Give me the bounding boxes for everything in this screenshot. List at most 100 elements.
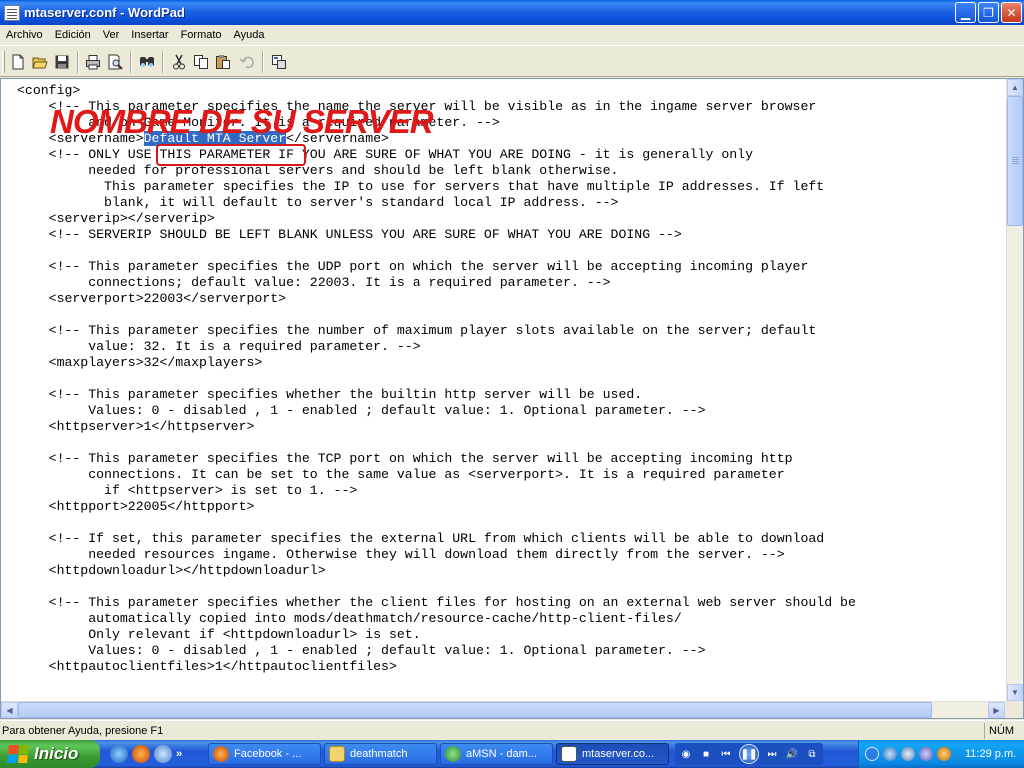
- taskbar: Inicio » Facebook - ... deathmatch aMSN …: [0, 740, 1024, 768]
- quick-launch: »: [110, 745, 205, 763]
- scroll-right-button[interactable]: ▶: [988, 702, 1005, 718]
- cut-button[interactable]: [170, 53, 188, 71]
- paste-icon: [216, 55, 230, 69]
- print-preview-button[interactable]: [106, 53, 124, 71]
- menu-bar: Archivo Edición Ver Insertar Formato Ayu…: [0, 25, 1024, 45]
- menu-ayuda[interactable]: Ayuda: [228, 29, 271, 41]
- copy-button[interactable]: [192, 53, 210, 71]
- pause-icon: ❚❚: [740, 748, 758, 760]
- taskbar-item-amsn[interactable]: aMSN - dam...: [440, 743, 553, 765]
- scroll-left-button[interactable]: ◀: [1, 702, 18, 718]
- arrow-left-icon: ◀: [6, 705, 13, 715]
- numlock-indicator: NÚM: [984, 722, 1024, 739]
- save-icon: [55, 55, 69, 69]
- internet-explorer-icon[interactable]: [110, 745, 128, 763]
- doc-line: <config>: [17, 83, 81, 98]
- insert-object-button[interactable]: [270, 53, 288, 71]
- toolbar-separator: [162, 51, 164, 73]
- text-content[interactable]: <config> <!-- This parameter specifies t…: [17, 83, 1002, 701]
- open-icon: [32, 57, 48, 69]
- status-message: Para obtener Ayuda, presione F1: [2, 724, 164, 737]
- restore-player-icon[interactable]: ⧉: [805, 747, 819, 761]
- stop-icon[interactable]: ■: [699, 747, 713, 761]
- start-label: Inicio: [34, 744, 79, 763]
- document-area[interactable]: <config> <!-- This parameter specifies t…: [0, 78, 1024, 719]
- toolbar-separator: [262, 51, 264, 73]
- close-button[interactable]: ✕: [1001, 2, 1022, 23]
- tray-expand-icon[interactable]: [865, 747, 879, 761]
- scroll-up-button[interactable]: ▲: [1007, 79, 1023, 96]
- task-label: Facebook - ...: [234, 748, 302, 760]
- toolbar: [0, 45, 1024, 77]
- menu-archivo[interactable]: Archivo: [0, 29, 49, 41]
- monitor-icon[interactable]: [901, 747, 915, 761]
- menu-ver[interactable]: Ver: [97, 29, 126, 41]
- insert-object-icon: [272, 55, 286, 69]
- print-button[interactable]: [84, 53, 102, 71]
- amsn-icon: [445, 746, 461, 762]
- quick-launch-more-icon[interactable]: »: [176, 748, 182, 760]
- taskbar-item-deathmatch[interactable]: deathmatch: [324, 743, 437, 765]
- horizontal-scrollbar[interactable]: ◀ ▶: [1, 701, 1006, 718]
- next-track-icon[interactable]: ⏭: [765, 747, 779, 761]
- system-tray: 11:29 p.m.: [858, 740, 1024, 768]
- open-button[interactable]: [31, 53, 49, 71]
- restore-icon: ❐: [983, 5, 994, 20]
- paste-button[interactable]: [214, 53, 232, 71]
- messenger-icon[interactable]: [919, 747, 933, 761]
- find-button[interactable]: [138, 53, 156, 71]
- print-preview-icon: [108, 54, 123, 70]
- firefox-icon[interactable]: [132, 745, 150, 763]
- annotation-server-name: NOMBRE DE SU SERVER: [50, 103, 434, 140]
- network-icon[interactable]: [883, 747, 897, 761]
- scroll-down-button[interactable]: ▼: [1007, 684, 1023, 701]
- arrow-right-icon: ▶: [993, 705, 1000, 715]
- menu-formato[interactable]: Formato: [175, 29, 228, 41]
- arrow-down-icon: ▼: [1011, 688, 1019, 697]
- window-controls: ▁ ❐ ✕: [955, 2, 1022, 23]
- horizontal-scroll-thumb[interactable]: [18, 702, 932, 718]
- task-label: aMSN - dam...: [466, 748, 537, 760]
- print-icon: [86, 55, 100, 70]
- toolbar-grip[interactable]: [2, 51, 5, 73]
- clock[interactable]: 11:29 p.m.: [965, 748, 1016, 760]
- doc-rest: <!-- ONLY USE THIS PARAMETER IF YOU ARE …: [48, 147, 856, 674]
- folder-icon: [329, 746, 345, 762]
- undo-button[interactable]: [238, 53, 256, 71]
- vertical-scroll-thumb[interactable]: [1007, 96, 1023, 226]
- menu-edicion[interactable]: Edición: [49, 29, 97, 41]
- media-player-toolbar: ◉ ■ ⏮ ❚❚ ⏭ 🔊 ⧉: [675, 743, 823, 765]
- taskbar-item-facebook[interactable]: Facebook - ...: [208, 743, 321, 765]
- browser-icon[interactable]: [154, 745, 172, 763]
- windows-flag-icon: [7, 745, 29, 763]
- volume-icon[interactable]: 🔊: [785, 747, 799, 761]
- vertical-scrollbar[interactable]: ▲ ▼: [1006, 79, 1023, 701]
- wordpad-app-icon[interactable]: [4, 4, 20, 21]
- media-player-logo-icon[interactable]: ◉: [679, 747, 693, 761]
- wordpad-icon: [561, 746, 577, 762]
- cut-icon: [173, 54, 185, 70]
- antivirus-icon[interactable]: [937, 747, 951, 761]
- scroll-corner: [1006, 701, 1023, 718]
- window-title: mtaserver.conf - WordPad: [24, 5, 185, 20]
- menu-insertar[interactable]: Insertar: [125, 29, 174, 41]
- start-button[interactable]: Inicio: [0, 740, 100, 768]
- arrow-up-icon: ▲: [1011, 83, 1019, 92]
- task-label: deathmatch: [350, 748, 408, 760]
- firefox-icon: [213, 746, 229, 762]
- toolbar-separator: [77, 51, 79, 73]
- undo-icon: [239, 56, 254, 69]
- previous-track-icon[interactable]: ⏮: [719, 747, 733, 761]
- title-bar[interactable]: mtaserver.conf - WordPad ▁ ❐ ✕: [0, 0, 1024, 25]
- find-icon: [140, 57, 154, 67]
- status-bar: Para obtener Ayuda, presione F1 NÚM: [0, 720, 1024, 740]
- save-button[interactable]: [53, 53, 71, 71]
- pause-button[interactable]: ❚❚: [739, 744, 759, 764]
- taskbar-item-wordpad[interactable]: mtaserver.co...: [556, 743, 669, 765]
- minimize-button[interactable]: ▁: [955, 2, 976, 23]
- new-button[interactable]: [9, 53, 27, 71]
- copy-icon: [194, 55, 208, 69]
- document-text[interactable]: <config> <!-- This parameter specifies t…: [17, 83, 1002, 675]
- restore-button[interactable]: ❐: [978, 2, 999, 23]
- close-icon: ✕: [1006, 5, 1017, 20]
